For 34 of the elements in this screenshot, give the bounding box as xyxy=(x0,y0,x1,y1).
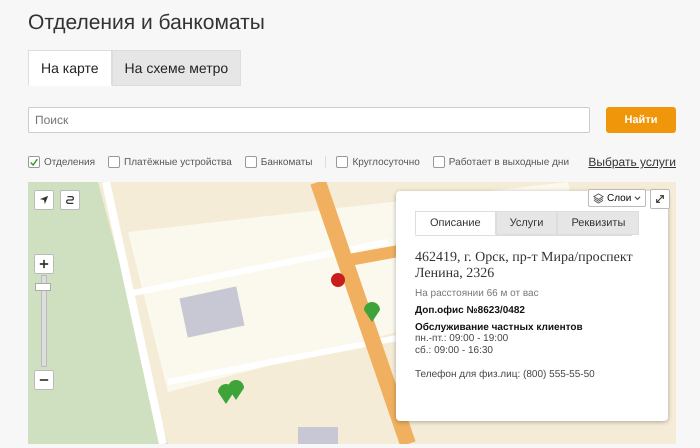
zoom-slider[interactable] xyxy=(35,275,51,367)
expand-icon[interactable] xyxy=(650,189,670,209)
choose-services-link[interactable]: Выбрать услуги xyxy=(588,155,676,169)
popup-tab[interactable]: Услуги xyxy=(496,211,558,235)
distance-text: На расстоянии 66 м от вас xyxy=(415,288,540,299)
caret-icon xyxy=(634,194,642,202)
address-text: 462419, г. Орск, пр-т Мира/проспект Ленина, 2326 xyxy=(415,250,634,282)
popup-tab[interactable]: Описание xyxy=(415,211,496,235)
hours-text: пн.-пт.: 09:00 - 19:00 xyxy=(415,333,510,345)
filter-label: Круглосуточно xyxy=(352,156,420,168)
office-name: Доп.офис №8623/0482 xyxy=(415,305,526,316)
checkbox[interactable] xyxy=(244,156,257,168)
zoom-out-icon[interactable] xyxy=(34,370,54,390)
layers-button[interactable]: Слои xyxy=(588,189,646,207)
filter-label: Банкоматы xyxy=(260,156,312,168)
filter-label: Отделения xyxy=(44,156,96,168)
checkbox[interactable] xyxy=(336,156,348,168)
zoom-in-icon[interactable] xyxy=(34,254,54,274)
route-icon[interactable] xyxy=(60,190,80,210)
hours-text: сб.: 09:00 - 16:30 xyxy=(415,345,494,357)
zoom-thumb[interactable] xyxy=(35,283,51,292)
checkbox[interactable] xyxy=(108,156,120,168)
view-tab[interactable]: На схеме метро xyxy=(112,50,242,86)
filter-label: Платёжные устройства xyxy=(124,156,232,168)
checkbox[interactable] xyxy=(432,156,445,168)
view-tab[interactable]: На карте xyxy=(28,50,112,86)
search-field[interactable]: Поиск xyxy=(28,107,590,133)
phone-text: Телефон для физ.лиц: (800) 555-55-50 xyxy=(415,369,596,380)
filter-label: Работает в выходные дни xyxy=(448,156,570,168)
page-title: Отделения и банкоматы xyxy=(28,10,266,36)
checkbox[interactable] xyxy=(28,156,40,168)
service-title: Обслуживание частных клиентов xyxy=(415,322,584,333)
popup-tab[interactable]: Реквизиты xyxy=(557,211,640,235)
layers-icon xyxy=(593,192,604,204)
